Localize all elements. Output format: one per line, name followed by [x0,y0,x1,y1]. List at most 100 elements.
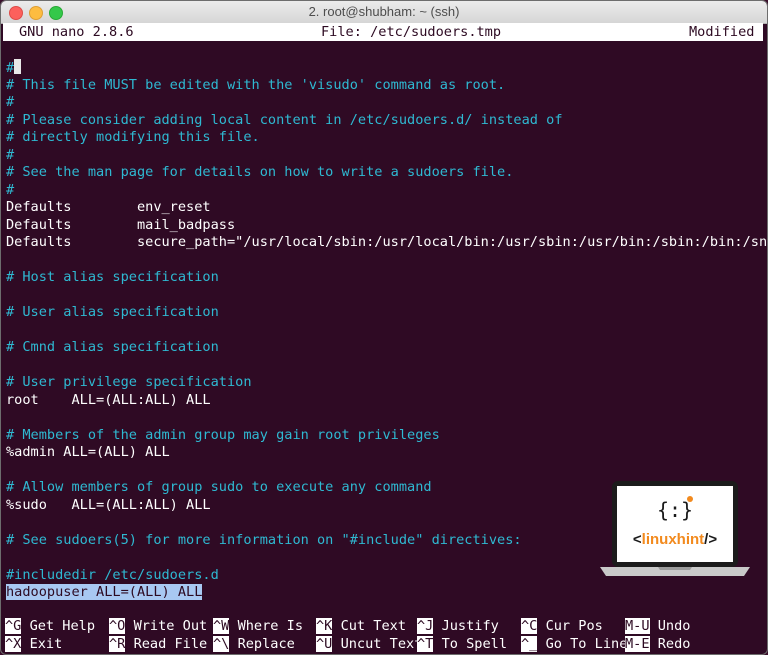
line-text: Defaults env_reset [6,199,211,215]
shortcut-go-to-line[interactable]: ^_ Go To Line [521,635,628,654]
line-text: # [6,94,15,110]
shortcut-label: Go To Line [545,635,628,652]
shortcut-justify[interactable]: ^J Justify [417,618,499,636]
shortcut-key: ^U [316,635,333,652]
editor-line[interactable]: root ALL=(ALL:ALL) ALL [6,392,764,410]
shortcut-key: M-E [625,635,650,652]
shortcut-redo[interactable]: M-E Redo [625,635,691,654]
line-text: Defaults secure_path="/usr/local/sbin:/u… [6,234,768,250]
line-text: # [6,181,15,198]
line-text: # User alias specification [6,304,219,320]
shortcut-key: ^G [5,618,22,634]
editor-line[interactable]: Defaults mail_badpass [6,217,764,235]
shortcut-label: Get Help [29,618,96,634]
shortcut-label: Cut Text [340,618,407,634]
shortcut-write-out[interactable]: ^O Write Out [109,618,207,636]
title-bar: 2. root@shubham: ~ (ssh) [1,1,767,24]
line-text: %admin ALL=(ALL) ALL [6,444,170,460]
shortcut-label: Redo [657,635,691,652]
shortcut-label: Write Out [133,618,208,634]
shortcut-key: ^J [417,618,434,634]
editor-line[interactable]: # See the man page for details on how to… [6,164,764,182]
line-text: # Host alias specification [6,269,219,285]
editor-line[interactable]: # Please consider adding local content i… [6,112,764,130]
line-text: # [6,146,15,163]
shortcut-where-is[interactable]: ^W Where Is [213,618,303,636]
shortcut-label: Uncut Text [340,635,423,652]
editor-line[interactable]: Defaults env_reset [6,199,764,217]
linuxhint-laptop-logo: {:} <linuxhint/> [600,481,750,576]
penguin-face-icon: {:} [657,498,693,522]
editor-line[interactable]: Defaults secure_path="/usr/local/sbin:/u… [6,234,767,252]
terminal-window: 2. root@shubham: ~ (ssh) GNU nano 2.8.6 … [0,0,768,655]
shortcut-key: ^R [109,635,126,652]
shortcut-uncut-text[interactable]: ^U Uncut Text [316,635,423,654]
editor-line[interactable] [6,252,764,270]
shortcut-label: Replace [237,635,295,652]
editor-line[interactable]: hadoopuser ALL=(ALL) ALL [6,584,764,602]
shortcut-key: ^O [109,618,126,634]
shortcut-read-file[interactable]: ^R Read File [109,635,208,654]
line-text: Defaults mail_badpass [6,216,236,233]
line-text: # Cmnd alias specification [6,339,219,355]
shortcut-key: ^\ [213,635,230,652]
editor-line[interactable]: # User privilege specification [6,374,764,392]
nano-header-bar: GNU nano 2.8.6 File: /etc/sudoers.tmp Mo… [3,23,763,41]
line-text: root ALL=(ALL:ALL) ALL [6,391,211,408]
shortcut-key: ^X [5,635,22,652]
shortcut-bar: ^G Get Help ^X Exit ^O Write Out ^R Read Fi… [1,618,767,654]
logo-wordmark: <linuxhint/> [633,531,717,548]
line-text: # Members of the admin group may gain ro… [6,426,440,443]
shortcut-key: ^K [316,618,333,634]
line-text: # Please consider adding local content i… [6,111,563,128]
editor-line[interactable]: # directly modifying this file. [6,129,764,147]
shortcut-key: ^C [521,618,538,634]
editor-line[interactable]: # Host alias specification [6,269,764,287]
shortcut-key: ^T [417,635,434,652]
editor-line[interactable]: # [6,147,764,165]
shortcut-replace[interactable]: ^\ Replace [213,635,295,654]
shortcut-key: M-U [625,618,650,634]
shortcut-get-help[interactable]: ^G Get Help [5,618,95,636]
line-text: # See sudoers(5) for more information on… [6,531,522,548]
shortcut-label: Cur Pos [545,618,603,634]
editor-line[interactable]: %admin ALL=(ALL) ALL [6,444,764,462]
line-text: %sudo ALL=(ALL:ALL) ALL [6,496,211,513]
line-text: # Allow members of group sudo to execute… [6,479,432,495]
shortcut-undo[interactable]: M-U Undo [625,618,691,636]
editor-line[interactable]: # User alias specification [6,304,764,322]
line-text: # [6,60,15,76]
shortcut-label: Justify [441,618,499,634]
window-title: 2. root@shubham: ~ (ssh) [308,4,460,19]
shortcut-label: Exit [29,635,63,652]
nano-filename: File: /etc/sudoers.tmp [321,24,502,40]
shortcut-label: Where Is [237,618,304,634]
shortcut-to-spell[interactable]: ^T To Spell [417,635,508,654]
shortcut-label: To Spell [441,635,508,652]
shortcut-exit[interactable]: ^X Exit [5,635,63,654]
sun-accent-icon [687,496,693,502]
editor-line[interactable] [6,409,764,427]
editor-line[interactable] [6,287,764,305]
line-text: #includedir /etc/sudoers.d [6,566,219,583]
line-text: # User privilege specification [6,374,252,390]
editor-line[interactable]: # [6,94,764,112]
editor-line[interactable]: # Members of the admin group may gain ro… [6,427,764,445]
editor-line[interactable]: # [6,182,764,200]
editor-line[interactable]: # [6,59,764,77]
line-text: hadoopuser ALL=(ALL) ALL [6,584,203,600]
shortcut-label: Read File [133,635,208,652]
editor-line[interactable]: # Cmnd alias specification [6,339,764,357]
shortcut-key: ^_ [521,635,538,652]
shortcut-cut-text[interactable]: ^K Cut Text [316,618,406,636]
text-cursor [14,59,22,74]
shortcut-cur-pos[interactable]: ^C Cur Pos [521,618,603,636]
line-text: # directly modifying this file. [6,129,260,145]
editor-line[interactable] [6,462,764,480]
editor-line[interactable] [6,322,764,340]
shortcut-label: Undo [657,618,691,634]
line-text: # This file MUST be edited with the 'vis… [6,76,506,93]
editor-line[interactable] [6,357,764,375]
shortcut-key: ^W [213,618,230,634]
editor-line[interactable]: # This file MUST be edited with the 'vis… [6,77,764,95]
